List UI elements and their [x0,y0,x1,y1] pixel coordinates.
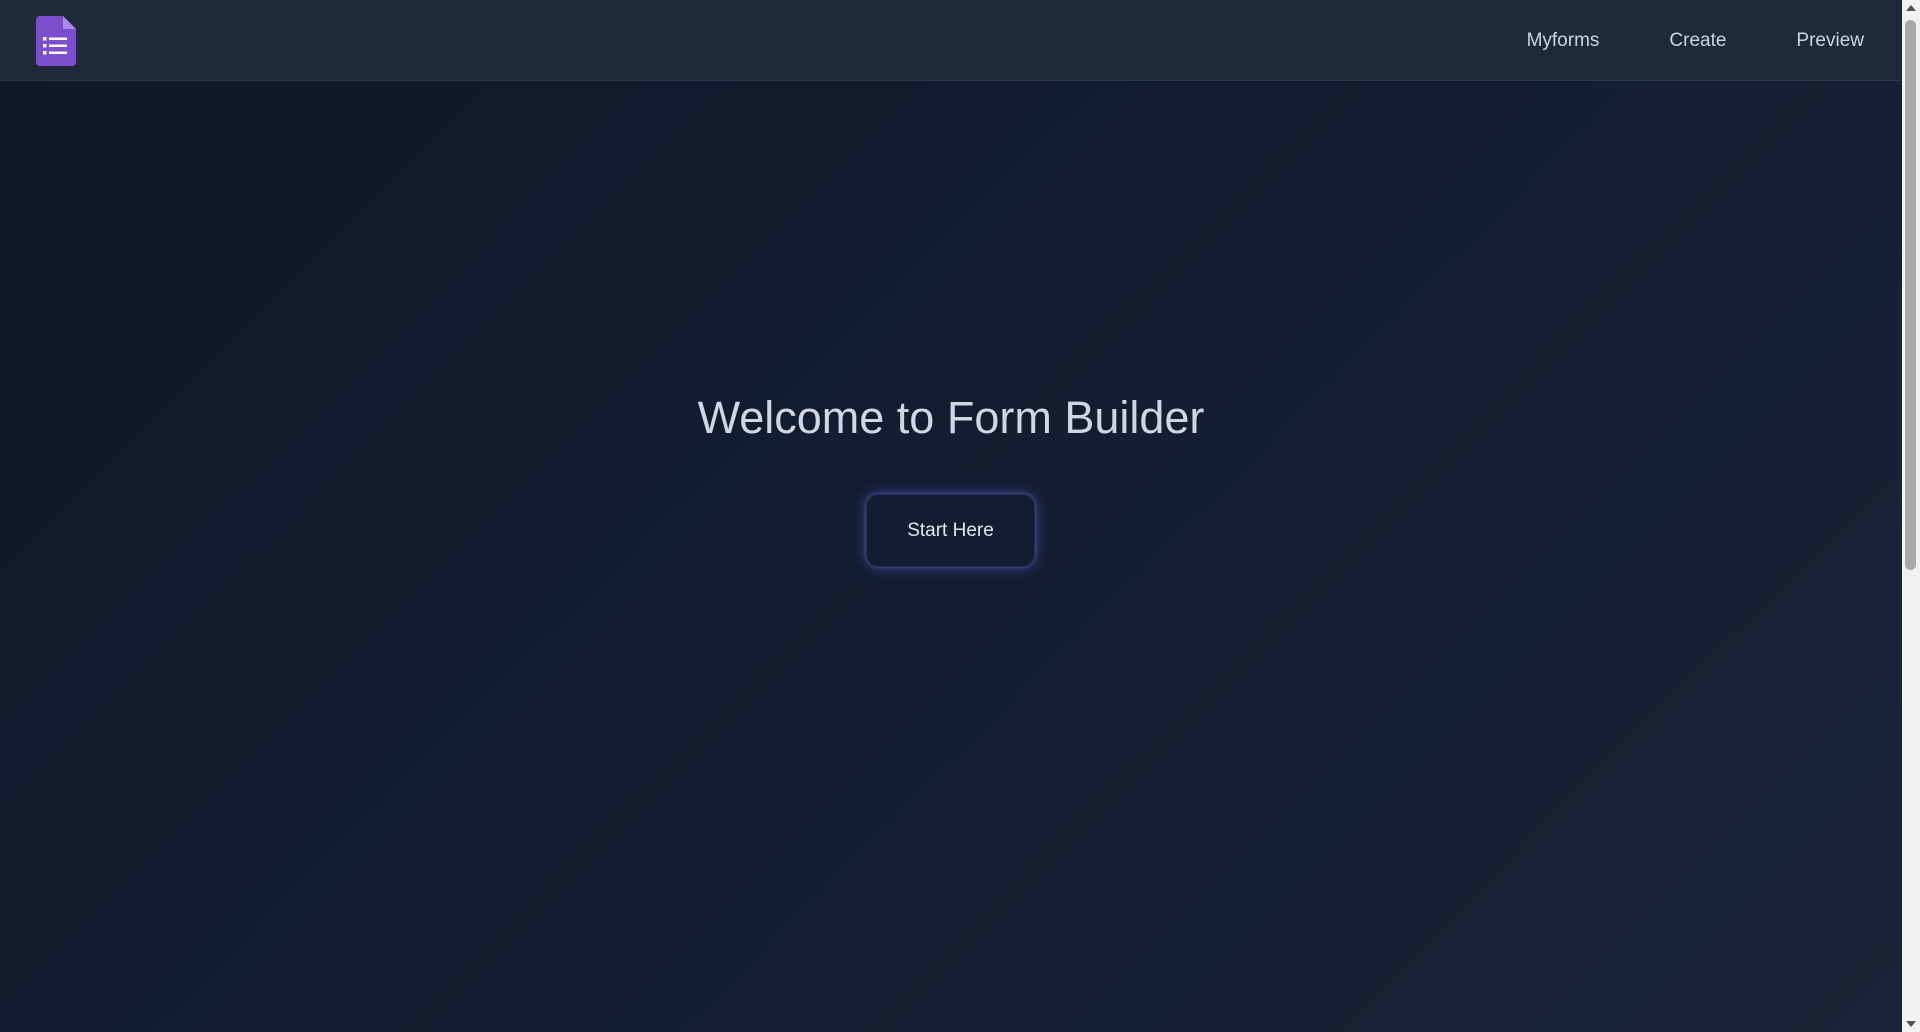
scrollbar-thumb[interactable] [1905,20,1916,570]
page-title: Welcome to Form Builder [697,392,1205,443]
top-navbar: Myforms Create Preview [0,0,1902,81]
form-document-icon[interactable] [36,16,76,66]
vertical-scrollbar[interactable] [1902,0,1920,1032]
scroll-down-arrow-icon[interactable] [1906,1021,1916,1027]
scroll-up-arrow-icon[interactable] [1906,5,1916,11]
nav-link-create[interactable]: Create [1669,30,1726,52]
nav-link-myforms[interactable]: Myforms [1527,30,1600,52]
start-here-button[interactable]: Start Here [866,494,1035,567]
nav-link-preview[interactable]: Preview [1796,30,1864,52]
nav-links: Myforms Create Preview [1457,0,1864,81]
